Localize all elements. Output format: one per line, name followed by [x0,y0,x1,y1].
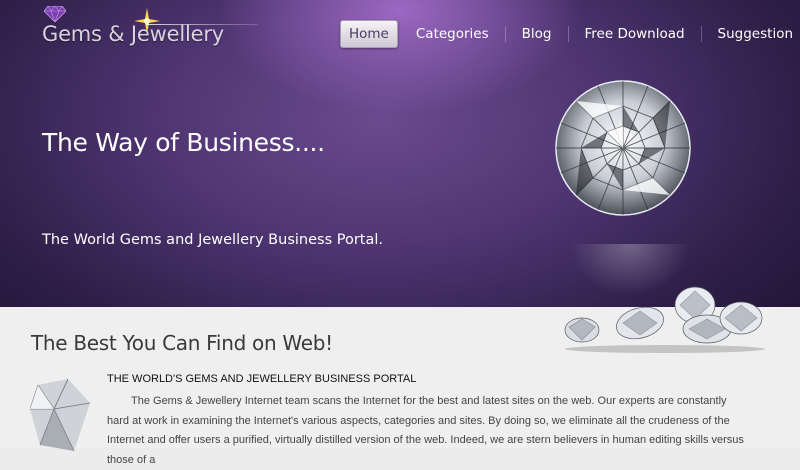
purple-gem-icon [44,6,66,22]
hero-banner: Gems & Jewellery Home Categories Blog Fr… [0,0,800,307]
article-body-text: The Gems & Jewellery Internet team scans… [107,395,744,466]
nav-home[interactable]: Home [340,20,398,48]
article-heading: THE WORLD'S GEMS AND JEWELLERY BUSINESS … [107,373,417,385]
nav-suggestion[interactable]: Suggestion [706,21,800,47]
nav-divider [504,26,506,42]
diamond-thumbnail-image [30,379,90,451]
nav-divider [567,26,569,42]
nav-free-download[interactable]: Free Download [573,21,697,47]
nav-categories[interactable]: Categories [404,21,501,47]
main-navigation: Home Categories Blog Free Download Sugge… [340,20,800,48]
nav-blog[interactable]: Blog [510,21,564,47]
diamond-image [555,80,691,216]
hero-title: The Way of Business.... [42,128,325,157]
diamond-cluster-image [564,286,765,353]
logo-text: Gems & Jewellery [42,22,224,46]
hero-subtitle: The World Gems and Jewellery Business Po… [42,232,383,248]
nav-divider [700,26,702,42]
main-content: The Best You Can Find on Web! THE WORLD'… [0,286,800,466]
site-logo[interactable]: Gems & Jewellery [42,6,258,52]
page-heading: The Best You Can Find on Web! [31,331,333,355]
